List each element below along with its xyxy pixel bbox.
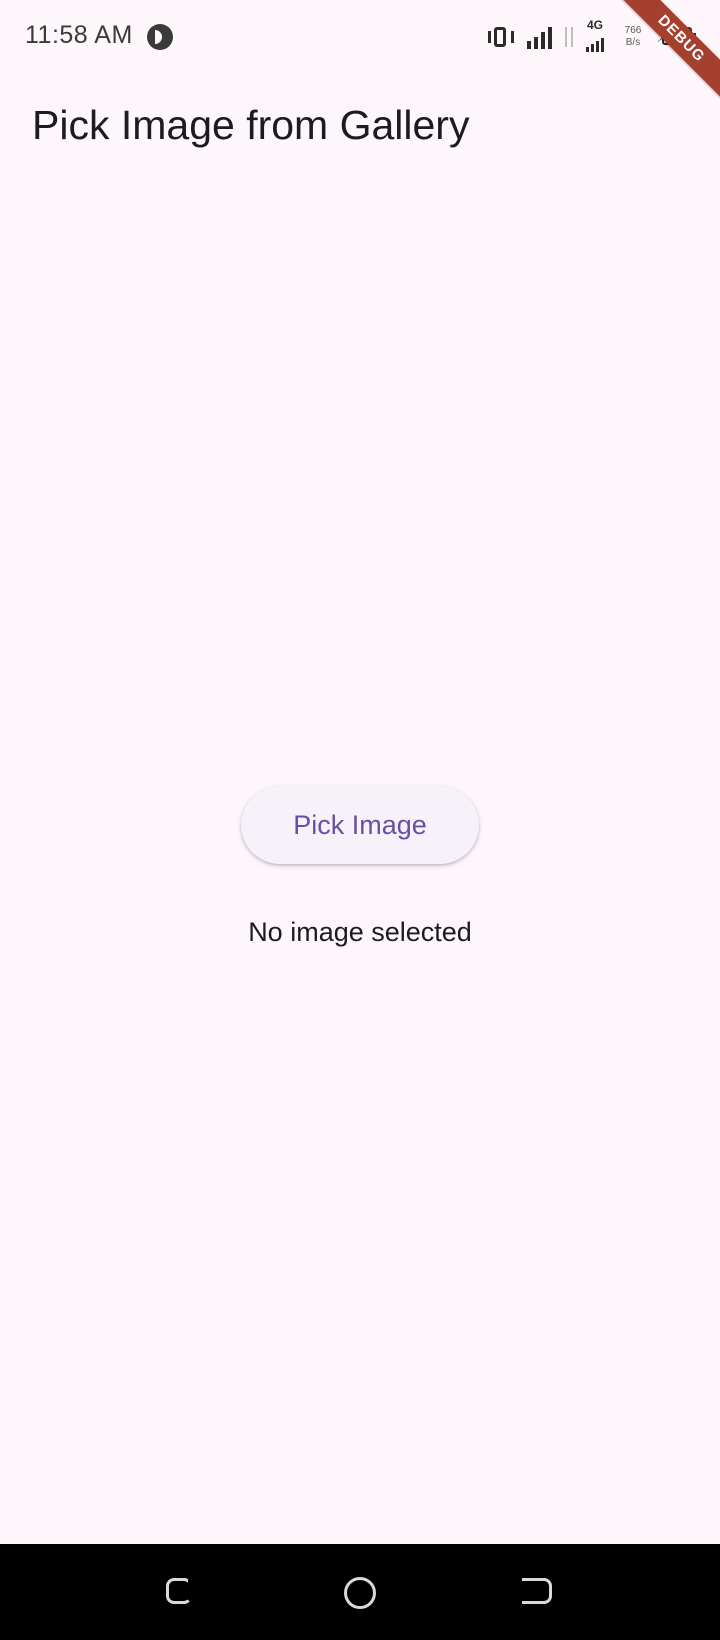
app-screen: 11:58 AM 4G 766 B/s DEBUG Pick Image fro… [0, 0, 720, 1640]
app-notification-icon [147, 24, 173, 50]
main-content: Pick Image No image selected [0, 186, 720, 1544]
status-bar: 11:58 AM 4G 766 B/s [0, 0, 720, 74]
system-navigation-bar [0, 1544, 720, 1640]
vibrate-icon [485, 25, 517, 49]
back-icon[interactable] [522, 1576, 556, 1610]
network-speed: 766 B/s [620, 25, 646, 49]
network-type-label: 4G [587, 18, 604, 32]
network-speed-unit: B/s [625, 37, 641, 48]
data-arrows-icon [562, 25, 576, 49]
network-speed-value: 766 [624, 25, 642, 36]
app-bar: Pick Image from Gallery [0, 74, 720, 186]
pick-image-button[interactable]: Pick Image [241, 786, 479, 864]
status-time: 11:58 AM [25, 21, 133, 49]
recent-apps-icon[interactable] [164, 1576, 198, 1610]
home-icon[interactable] [343, 1576, 377, 1610]
network-4g-icon: 4G [586, 18, 610, 52]
signal-icon [527, 25, 552, 49]
page-title: Pick Image from Gallery [32, 102, 470, 148]
image-status-text: No image selected [248, 917, 472, 947]
